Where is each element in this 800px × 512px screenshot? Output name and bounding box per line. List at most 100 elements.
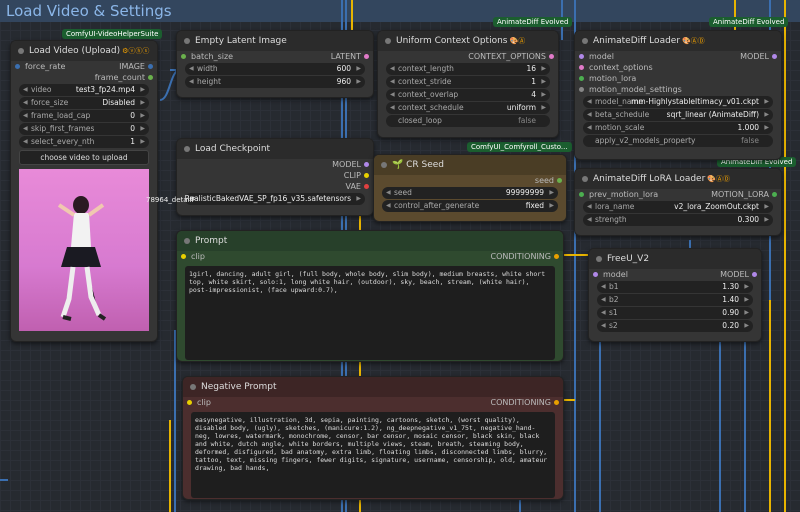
node-title[interactable]: FreeU_V2 — [589, 249, 761, 269]
widget-beta-schedule[interactable]: ◀ beta_schedule sqrt_linear (AnimateDiff) ▶ — [583, 109, 773, 121]
widget-control-after-generate[interactable]: ◀ control_after_generate fixed ▶ — [382, 200, 558, 212]
widget-video[interactable]: ◀ video test3_fp24.mp4 ▶ — [19, 84, 149, 96]
output-dot-icon[interactable] — [364, 173, 369, 178]
input-clip: clip — [191, 252, 205, 261]
widget-lora-name[interactable]: ◀ lora_name v2_lora_ZoomOut.ckpt ▶ — [583, 201, 773, 213]
widget-s1[interactable]: ◀ s1 0.90 ▶ — [597, 307, 753, 319]
widget-seed[interactable]: ◀ seed 99999999 ▶ — [382, 187, 558, 199]
seedling-icon: 🌱 — [392, 160, 407, 170]
output-dot-icon[interactable] — [549, 54, 554, 59]
input-clip: clip — [197, 398, 211, 407]
widget-ckpt-name[interactable]: ◀ RealisticBakedVAE_SP_fp16_v35.safetenso… — [185, 193, 365, 205]
widget-b1[interactable]: ◀ b1 1.30 ▶ — [597, 281, 753, 293]
node-badges-icon: 🎨ⒶⒹ — [682, 37, 705, 45]
node-title[interactable]: Uniform Context Options 🎨Ⓐ — [378, 31, 558, 51]
prompt-textarea[interactable]: 1girl, dancing, adult girl, (full body, … — [185, 266, 555, 360]
context-options-node[interactable]: Uniform Context Options 🎨Ⓐ CONTEXT_OPTION… — [377, 30, 559, 138]
negative-textarea[interactable]: easynegative, illustration, 3d, sepia, p… — [191, 412, 555, 498]
input-dot-icon[interactable] — [15, 64, 20, 69]
tag-vhs: ComfyUI-VideoHelperSuite — [62, 29, 163, 39]
widget-select-every-nth[interactable]: ◀ select_every_nth 1 ▶ — [19, 136, 149, 148]
input-dot-icon[interactable] — [187, 400, 192, 405]
input-dot-icon[interactable] — [579, 87, 584, 92]
output-dot-icon[interactable] — [364, 184, 369, 189]
node-title[interactable]: AnimateDiff Loader 🎨ⒶⒹ — [575, 31, 781, 51]
output-latent: LATENT — [330, 52, 361, 61]
widget-context-length[interactable]: ◀ context_length 16 ▶ — [386, 63, 550, 75]
output-dot-icon[interactable] — [364, 54, 369, 59]
input-motion-model-settings: motion_model_settings — [589, 85, 682, 94]
output-seed: seed — [534, 176, 554, 185]
output-dot-icon[interactable] — [772, 54, 777, 59]
input-motion-lora: motion_lora — [589, 74, 637, 83]
output-conditioning: CONDITIONING — [490, 398, 551, 407]
widget-motion-scale[interactable]: ◀ motion_scale 1.000 ▶ — [583, 122, 773, 134]
tag-animatediff-1: AnimateDiff Evolved — [493, 17, 573, 27]
widget-context-schedule[interactable]: ◀ context_schedule uniform ▶ — [386, 102, 550, 114]
widget-context-overlap[interactable]: ◀ context_overlap 4 ▶ — [386, 89, 550, 101]
lora-loader-node[interactable]: AnimateDiff LoRA Loader 🎨ⒶⒹ prev_motion_l… — [574, 168, 782, 236]
input-model: model — [603, 270, 628, 279]
output-dot-icon[interactable] — [772, 192, 777, 197]
widget-width[interactable]: ◀ width 600 ▶ — [185, 63, 365, 75]
output-model: MODEL — [332, 160, 361, 169]
output-model: MODEL — [720, 270, 749, 279]
empty-latent-node[interactable]: Empty Latent Image batch_size LATENT ◀ wid… — [176, 30, 374, 98]
node-title[interactable]: Empty Latent Image — [177, 31, 373, 51]
output-dot-icon[interactable] — [148, 64, 153, 69]
node-title[interactable]: AnimateDiff LoRA Loader 🎨ⒶⒹ — [575, 169, 781, 189]
widget-skip-first-frames[interactable]: ◀ skip_first_frames 0 ▶ — [19, 123, 149, 135]
cr-seed-node[interactable]: 🌱 CR Seed seed ◀ seed 99999999 ▶ ◀ control_a… — [373, 154, 567, 222]
widget-force-size[interactable]: ◀ force_size Disabled ▶ — [19, 97, 149, 109]
node-title[interactable]: Load Video (Upload) ⚙ⓥⓗⓢ — [11, 41, 157, 61]
widget-context-stride[interactable]: ◀ context_stride 1 ▶ — [386, 76, 550, 88]
output-dot-icon[interactable] — [554, 400, 559, 405]
widget-closed-loop[interactable]: closed_loop false — [386, 115, 550, 127]
freeu-node[interactable]: FreeU_V2 model MODEL ◀ b1 1.30 ▶ ◀ b2 1.40 ▶ ◀ s… — [588, 248, 762, 342]
output-dot-icon[interactable] — [554, 254, 559, 259]
tag-animatediff-2: AnimateDiff Evolved — [709, 17, 789, 27]
load-checkpoint-node[interactable]: Load Checkpoint MODEL CLIP VAE ◀ Realisti… — [176, 138, 374, 216]
animatediff-loader-node[interactable]: AnimateDiff Loader 🎨ⒶⒹ model MODEL context… — [574, 30, 782, 160]
input-dot-icon[interactable] — [181, 54, 186, 59]
node-title[interactable]: Load Checkpoint — [177, 139, 373, 159]
input-dot-icon[interactable] — [593, 272, 598, 277]
input-prev-motion-lora: prev_motion_lora — [589, 190, 659, 199]
input-context-options: context_options — [589, 63, 653, 72]
widget-model-name[interactable]: ◀ model_name mm-HighlystableItimacy_v01.ck… — [583, 96, 773, 108]
node-badges-icon: 🎨ⒶⒹ — [707, 175, 731, 183]
output-dot-icon[interactable] — [752, 272, 757, 277]
node-title[interactable]: 🌱 CR Seed — [374, 155, 566, 175]
node-title[interactable]: Negative Prompt — [183, 377, 563, 397]
prompt-node[interactable]: Prompt clip CONDITIONING 1girl, dancing, … — [176, 230, 564, 362]
output-frame-count: frame_count — [94, 73, 145, 82]
input-dot-icon[interactable] — [579, 76, 584, 81]
widget-frame-load-cap[interactable]: ◀ frame_load_cap 0 ▶ — [19, 110, 149, 122]
output-dot-icon[interactable] — [557, 178, 562, 183]
node-badges-icon: ⚙ⓥⓗⓢ — [122, 47, 150, 55]
upload-button[interactable]: choose video to upload — [19, 150, 149, 165]
dancer-figure-icon — [57, 196, 107, 321]
widget-s2[interactable]: ◀ s2 0.20 ▶ — [597, 320, 753, 332]
widget-b2[interactable]: ◀ b2 1.40 ▶ — [597, 294, 753, 306]
input-force-rate: force_rate — [25, 62, 66, 71]
input-dot-icon[interactable] — [579, 192, 584, 197]
output-dot-icon[interactable] — [364, 162, 369, 167]
widget-strength[interactable]: ◀ strength 0.300 ▶ — [583, 214, 773, 226]
output-dot-icon[interactable] — [148, 75, 153, 80]
video-preview — [19, 169, 149, 331]
input-model: model — [589, 52, 614, 61]
tag-comfyroll: ComfyUI_Comfyroll_Custo... — [467, 142, 572, 152]
input-dot-icon[interactable] — [181, 254, 186, 259]
output-model: MODEL — [740, 52, 769, 61]
output-motion-lora: MOTION_LORA — [711, 190, 769, 199]
node-title[interactable]: Prompt — [177, 231, 563, 251]
input-dot-icon[interactable] — [579, 65, 584, 70]
input-dot-icon[interactable] — [579, 54, 584, 59]
input-batch-size: batch_size — [191, 52, 234, 61]
widget-apply-v2[interactable]: apply_v2_models_property false — [583, 135, 773, 147]
output-clip: CLIP — [343, 171, 361, 180]
negative-prompt-node[interactable]: Negative Prompt clip CONDITIONING easyneg… — [182, 376, 564, 500]
widget-height[interactable]: ◀ height 960 ▶ — [185, 76, 365, 88]
load-video-node[interactable]: Load Video (Upload) ⚙ⓥⓗⓢ force_rate IMAGE … — [10, 40, 158, 342]
